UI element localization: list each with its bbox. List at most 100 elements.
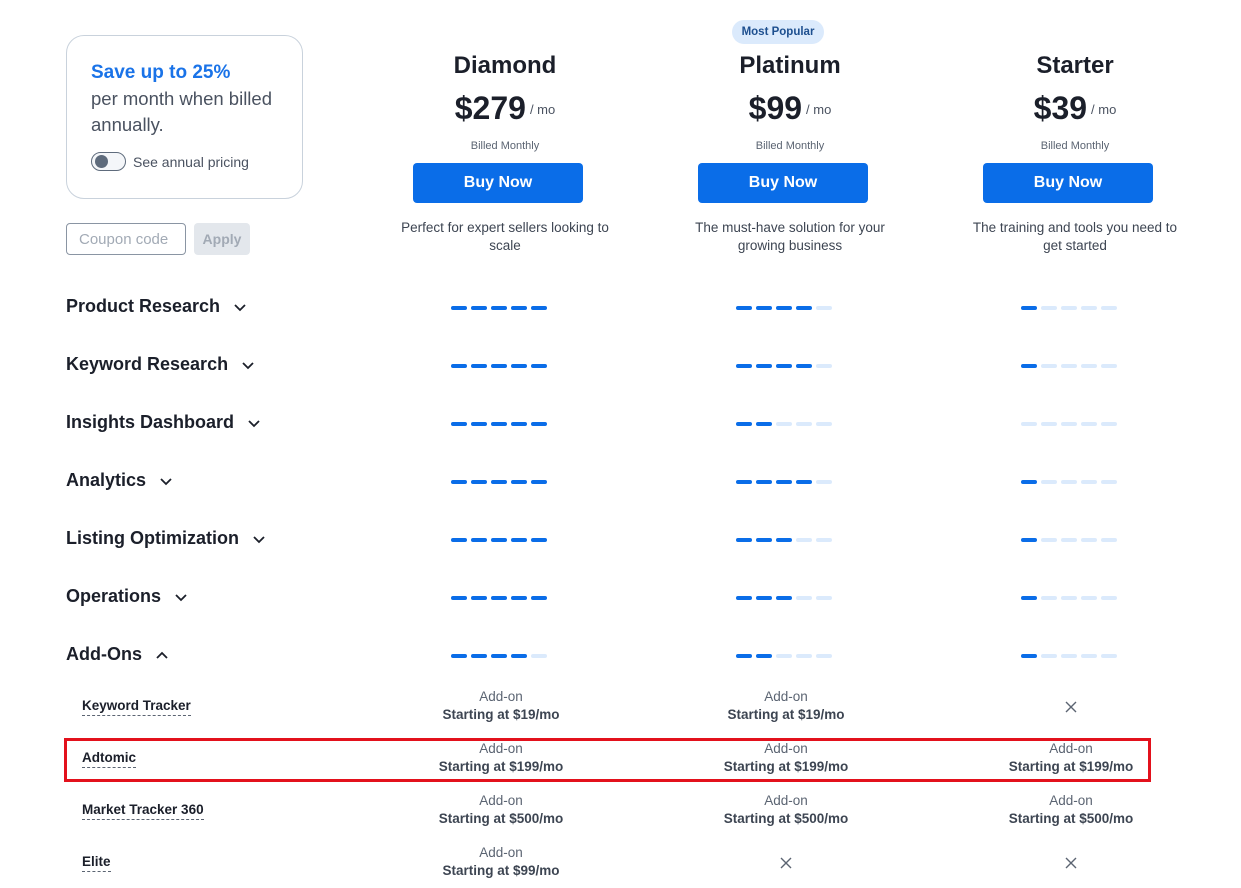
meter-segment [511, 596, 527, 600]
addon-starting-price: Starting at $500/mo [438, 811, 564, 826]
feature-row-listing-optimization[interactable]: Listing Optimization [66, 528, 269, 549]
meter-segment [531, 654, 547, 658]
buy-now-button-diamond[interactable]: Buy Now [413, 163, 583, 203]
meter-segment [1021, 654, 1037, 658]
close-icon [780, 857, 792, 869]
meter-segment [1021, 538, 1037, 542]
addon-starting-price: Starting at $99/mo [442, 863, 560, 878]
feature-level-meter [1021, 422, 1117, 426]
price-period: / mo [806, 102, 832, 117]
meter-segment [796, 480, 812, 484]
meter-segment [1021, 596, 1037, 600]
most-popular-badge: Most Popular [732, 20, 824, 44]
meter-segment [471, 654, 487, 658]
coupon-code-input[interactable] [66, 223, 186, 255]
feature-level-meter [736, 596, 832, 600]
meter-segment [491, 654, 507, 658]
meter-segment [471, 480, 487, 484]
annual-pricing-label[interactable]: See annual pricing [133, 154, 249, 170]
meter-segment [1041, 596, 1057, 600]
meter-segment [1061, 306, 1077, 310]
billing-cycle: Billed Monthly [755, 140, 825, 152]
feature-level-meter [451, 654, 547, 658]
meter-segment [1041, 480, 1057, 484]
meter-segment [776, 480, 792, 484]
feature-level-meter [1021, 538, 1117, 542]
billing-cycle: Billed Monthly [1040, 140, 1110, 152]
meter-segment [756, 364, 772, 368]
plan-price: $39 [1033, 90, 1088, 126]
feature-row-insights-dashboard[interactable]: Insights Dashboard [66, 412, 264, 433]
feature-row-add-ons[interactable]: Add-Ons [66, 644, 172, 665]
feature-level-meter [736, 480, 832, 484]
feature-level-meter [451, 364, 547, 368]
meter-segment [451, 654, 467, 658]
meter-segment [1081, 654, 1097, 658]
plan-description: The training and tools you need to get s… [972, 220, 1178, 253]
feature-level-meter [1021, 654, 1117, 658]
meter-segment [1021, 480, 1037, 484]
apply-coupon-button[interactable]: Apply [194, 223, 250, 255]
meter-segment [736, 364, 752, 368]
meter-segment [816, 306, 832, 310]
chevron-up-icon [156, 651, 168, 659]
feature-level-meter [451, 596, 547, 600]
price-row: $99 / mo [670, 88, 910, 128]
meter-segment [511, 654, 527, 658]
close-icon [1065, 857, 1077, 869]
toggle-knob [95, 155, 108, 168]
feature-level-meter [451, 538, 547, 542]
meter-segment [1061, 422, 1077, 426]
annual-savings-card: Save up to 25% per month when billed ann… [66, 35, 303, 199]
meter-segment [1021, 364, 1037, 368]
meter-segment [511, 480, 527, 484]
meter-segment [531, 422, 547, 426]
feature-row-product-research[interactable]: Product Research [66, 296, 250, 317]
chevron-down-icon [248, 419, 260, 427]
addon-name-keyword-tracker[interactable]: Keyword Tracker [82, 698, 191, 716]
meter-segment [796, 538, 812, 542]
meter-segment [776, 538, 792, 542]
plan-name: Diamond [453, 52, 557, 79]
price-row: $39 / mo [955, 88, 1195, 128]
meter-segment [531, 364, 547, 368]
meter-segment [796, 306, 812, 310]
meter-segment [736, 422, 752, 426]
meter-segment [736, 538, 752, 542]
feature-level-meter [1021, 306, 1117, 310]
addon-price-cell: Add-on Starting at $500/mo [686, 792, 886, 828]
addon-price-cell: Add-on Starting at $19/mo [401, 688, 601, 724]
addon-price-cell: Add-on Starting at $500/mo [971, 792, 1171, 828]
annual-pricing-toggle-row: See annual pricing [91, 152, 282, 171]
meter-segment [531, 306, 547, 310]
meter-segment [511, 538, 527, 542]
meter-segment [776, 596, 792, 600]
addon-starting-price: Starting at $19/mo [442, 707, 560, 722]
feature-label: Keyword Research [66, 354, 229, 374]
feature-label: Add-Ons [66, 644, 142, 664]
addon-name-elite[interactable]: Elite [82, 854, 111, 872]
meter-segment [1061, 654, 1077, 658]
addon-type: Add-on [479, 793, 523, 808]
addon-name-market-tracker-360[interactable]: Market Tracker 360 [82, 802, 204, 820]
meter-segment [1101, 306, 1117, 310]
chevron-down-icon [242, 361, 254, 369]
meter-segment [491, 538, 507, 542]
meter-segment [491, 364, 507, 368]
buy-now-button-platinum[interactable]: Buy Now [698, 163, 868, 203]
feature-row-analytics[interactable]: Analytics [66, 470, 176, 491]
feature-row-keyword-research[interactable]: Keyword Research [66, 354, 258, 375]
feature-row-operations[interactable]: Operations [66, 586, 191, 607]
buy-now-button-starter[interactable]: Buy Now [983, 163, 1153, 203]
meter-segment [736, 654, 752, 658]
meter-segment [1081, 538, 1097, 542]
annual-pricing-toggle[interactable] [91, 152, 126, 171]
meter-segment [1081, 480, 1097, 484]
meter-segment [1101, 654, 1117, 658]
meter-segment [1101, 480, 1117, 484]
meter-segment [1021, 306, 1037, 310]
meter-segment [1061, 538, 1077, 542]
meter-segment [451, 422, 467, 426]
plan-name: Platinum [739, 52, 841, 79]
plan-name: Starter [1036, 52, 1114, 79]
